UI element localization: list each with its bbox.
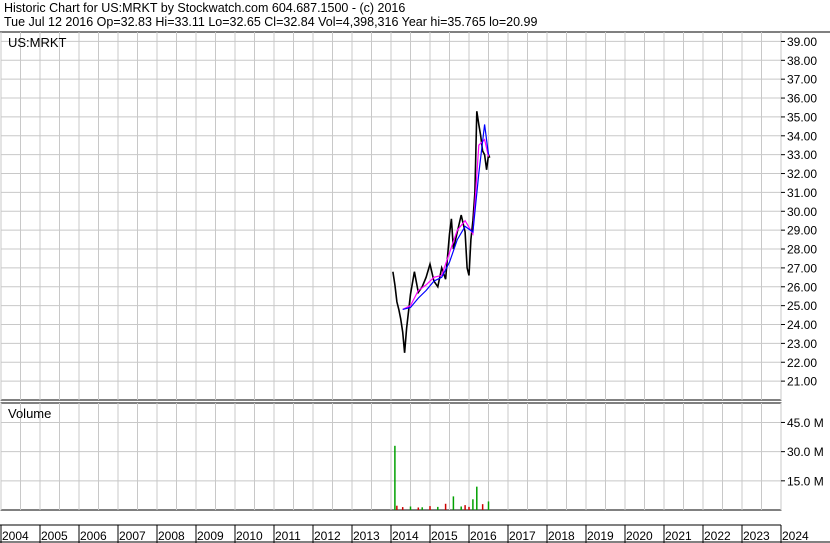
price-tick-label: 22.00 [787, 356, 817, 370]
year-tick-label: 2006 [80, 529, 107, 543]
year-tick-label: 2016 [470, 529, 497, 543]
price-tick-label: 23.00 [787, 337, 817, 351]
price-tick-label: 26.00 [787, 280, 817, 294]
price-tick-label: 25.00 [787, 299, 817, 313]
volume-tick-label: 45.0 M [787, 416, 824, 430]
volume-tick-label: 30.0 M [787, 445, 824, 459]
price-tick-label: 32.00 [787, 167, 817, 181]
year-tick-label: 2008 [158, 529, 185, 543]
year-tick-label: 2005 [41, 529, 68, 543]
year-tick-label: 2021 [665, 529, 692, 543]
volume-panel: 15.0 M 30.0 M 45.0 M Volume [0, 402, 824, 511]
price-tick-label: 31.00 [787, 186, 817, 200]
price-tick-label: 30.00 [787, 205, 817, 219]
price-tick-label: 37.00 [787, 73, 817, 87]
year-tick-label: 2011 [275, 529, 301, 543]
year-tick-label: 2014 [392, 529, 419, 543]
year-tick-label: 2019 [587, 529, 614, 543]
symbol-label: US:MRKT [8, 35, 67, 50]
price-tick-label: 34.00 [787, 129, 817, 143]
year-tick-label: 2018 [548, 529, 575, 543]
year-tick-label: 2022 [704, 529, 731, 543]
year-tick-label: 2004 [2, 529, 29, 543]
x-axis: 2004 2005 2006 2007 2008 2009 2010 2011 2012 2013… [0, 524, 830, 543]
year-tick-label: 2020 [626, 529, 653, 543]
price-tick-label: 39.00 [787, 35, 817, 49]
year-tick-label: 2017 [509, 529, 536, 543]
year-tick-label: 2024 [782, 529, 809, 543]
price-panel: 21.00 22.00 23.00 24.00 25.00 26.00 27.00 28.00… [0, 31, 830, 401]
year-tick-label: 2023 [743, 529, 770, 543]
price-tick-label: 36.00 [787, 92, 817, 106]
price-tick-label: 21.00 [787, 375, 817, 389]
stock-chart: 21.00 22.00 23.00 24.00 25.00 26.00 27.00 28.00… [0, 31, 830, 543]
price-tick-label: 33.00 [787, 148, 817, 162]
year-tick-label: 2013 [353, 529, 380, 543]
price-tick-label: 24.00 [787, 318, 817, 332]
price-tick-label: 38.00 [787, 54, 817, 68]
volume-label: Volume [8, 406, 51, 421]
year-tick-label: 2010 [236, 529, 263, 543]
price-tick-label: 35.00 [787, 110, 817, 124]
year-tick-label: 2007 [119, 529, 146, 543]
price-tick-label: 27.00 [787, 261, 817, 275]
price-tick-label: 28.00 [787, 243, 817, 257]
year-tick-label: 2012 [314, 529, 341, 543]
volume-tick-label: 15.0 M [787, 474, 824, 488]
price-tick-label: 29.00 [787, 224, 817, 238]
year-tick-label: 2015 [431, 529, 458, 543]
year-tick-label: 2009 [197, 529, 224, 543]
